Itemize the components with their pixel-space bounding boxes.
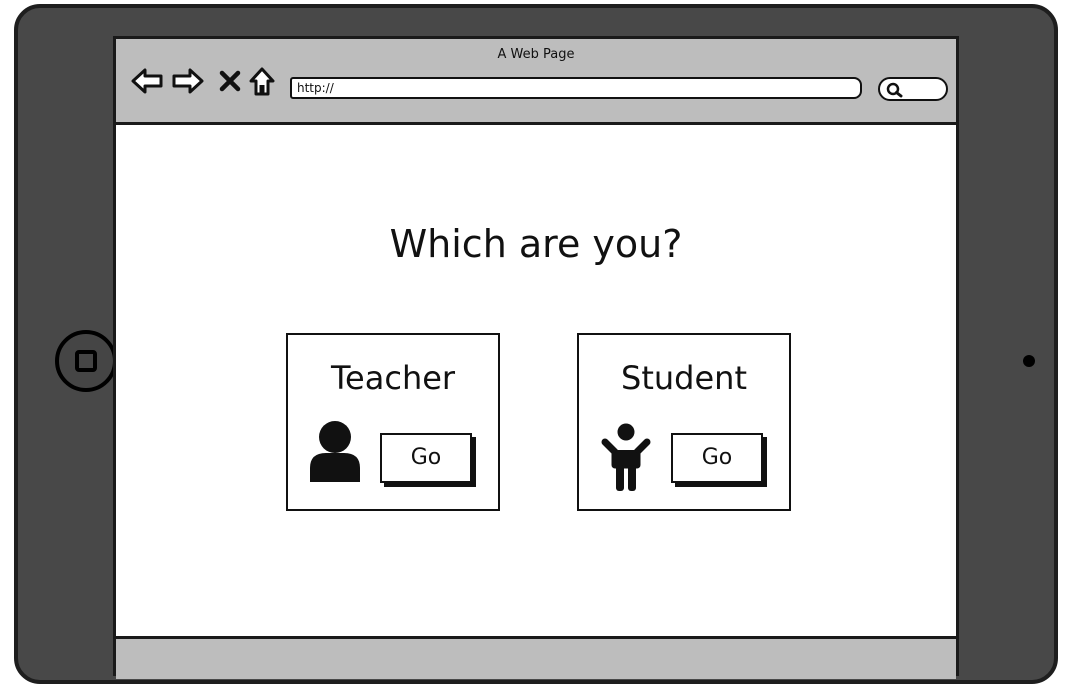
close-icon[interactable] bbox=[219, 70, 241, 92]
child-icon bbox=[601, 423, 651, 491]
camera-dot bbox=[1023, 355, 1035, 367]
student-card-title: Student bbox=[621, 359, 747, 397]
search-button[interactable] bbox=[878, 77, 948, 101]
search-icon bbox=[886, 82, 903, 98]
teacher-card: Teacher Go bbox=[286, 333, 500, 511]
browser-status-bar bbox=[116, 636, 956, 679]
back-arrow-icon[interactable] bbox=[130, 66, 164, 96]
teacher-go-button[interactable]: Go bbox=[380, 433, 472, 483]
home-button-square-icon bbox=[75, 350, 97, 372]
url-input[interactable]: http:// bbox=[290, 77, 862, 99]
home-button[interactable] bbox=[55, 330, 117, 392]
teacher-card-title: Teacher bbox=[330, 359, 456, 397]
student-go-button[interactable]: Go bbox=[671, 433, 763, 483]
page-title: A Web Page bbox=[497, 47, 575, 62]
browser-toolbar: A Web Page http:// bbox=[116, 39, 956, 125]
person-icon bbox=[310, 421, 360, 482]
student-card: Student Go bbox=[577, 333, 791, 511]
browser-window: A Web Page http:// Which are you? Teache… bbox=[113, 36, 959, 679]
page-heading: Which are you? bbox=[389, 222, 683, 266]
forward-arrow-icon[interactable] bbox=[171, 66, 205, 96]
home-icon[interactable] bbox=[248, 66, 276, 98]
